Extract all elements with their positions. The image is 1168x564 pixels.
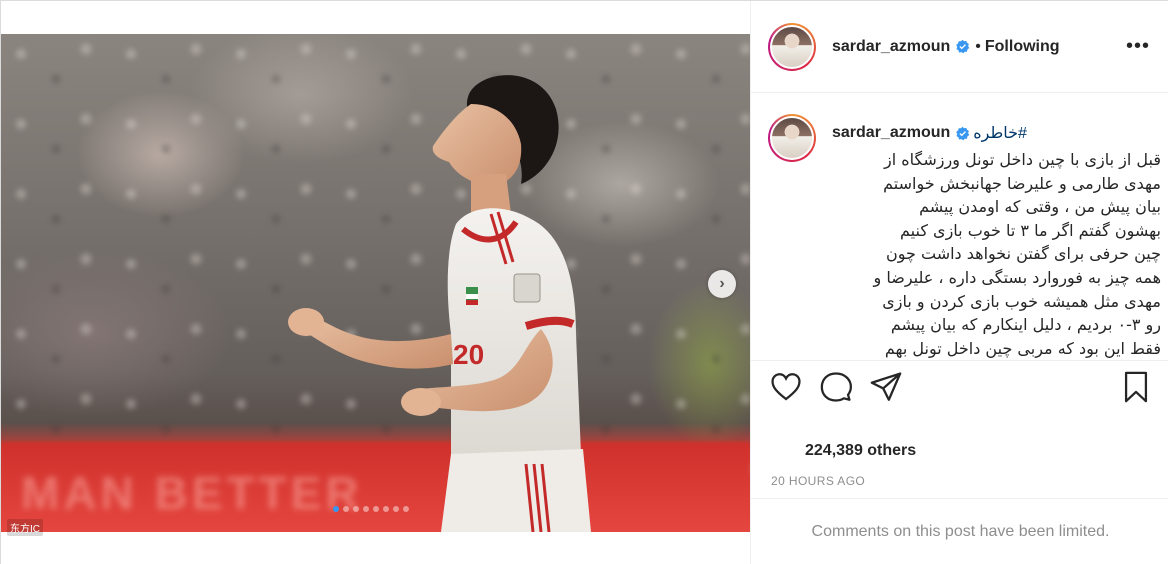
svg-text:20: 20 [453, 339, 484, 370]
verified-badge-icon [956, 39, 970, 54]
caption-line: چین حرفی برای گفتن نخواهد داشت چون [885, 244, 1161, 264]
verified-badge-icon [956, 126, 970, 140]
caption-text: قبل از بازی با چین داخل تونل ورزشگاه از م… [826, 148, 1161, 361]
player-figure: 20 [288, 75, 591, 532]
caption-line: همه چیز به فوروارد بستگی داره ، علیرضا و [873, 267, 1161, 287]
chevron-right-icon: › [719, 275, 725, 292]
caption-line: گفته بود… [826, 360, 1161, 361]
carousel-dot [403, 506, 409, 512]
photo-watermark: 东方IC [7, 519, 43, 536]
carousel-indicator [333, 506, 409, 512]
author-username[interactable]: sardar_azmoun [832, 38, 950, 56]
share-icon[interactable] [869, 370, 903, 404]
comment-icon[interactable] [819, 370, 853, 404]
avatar-image [770, 24, 814, 69]
post-photo[interactable]: MAN BETTER 20 [1, 34, 750, 532]
caption-username[interactable]: sardar_azmoun [832, 124, 950, 142]
comments-limited-notice: Comments on this post have been limited. [751, 498, 1168, 564]
caption-line: مهدی مثل همیشه خوب بازی کردن و بازی [882, 291, 1161, 311]
carousel-dot [343, 506, 349, 512]
carousel-dot [363, 506, 369, 512]
carousel-next-button[interactable]: › [708, 270, 736, 298]
caption-avatar[interactable] [768, 114, 816, 162]
caption-line: بیان پیش من ، وقتی که اومدن پیشم [919, 197, 1161, 217]
caption-header: sardar_azmoun #خاطره [832, 123, 1027, 143]
caption-line: بهشون گفتم اگر ما ۳ تا خوب بازی کنیم [900, 220, 1161, 240]
header-separator: • [975, 37, 981, 55]
carousel-dot [393, 506, 399, 512]
caption-line: قبل از بازی با چین داخل تونل ورزشگاه از [884, 150, 1161, 169]
carousel-dot [333, 506, 339, 512]
carousel-dot [353, 506, 359, 512]
caption-line: فقط این بود که مربی چین داخل تونل بهم [884, 338, 1161, 358]
heart-icon[interactable] [769, 370, 803, 404]
bookmark-icon[interactable] [1119, 370, 1153, 404]
caption-area: sardar_azmoun #خاطره قبل از بازی با چین … [751, 94, 1168, 361]
caption-line: مهدی طارمی و علیرضا جهانبخش خواستم [883, 173, 1161, 193]
caption-line: رو ۳-۰ بردیم ، دلیل اینکارم که بیان پیشم [890, 315, 1161, 335]
post-timestamp[interactable]: 20 HOURS AGO [771, 474, 865, 488]
post-header: sardar_azmoun • Following ••• [751, 1, 1168, 93]
carousel-dot [373, 506, 379, 512]
more-options-icon[interactable]: ••• [1126, 36, 1150, 56]
carousel-dot [383, 506, 389, 512]
post-media: MAN BETTER 20 东方IC › [1, 1, 750, 564]
author-avatar[interactable] [768, 22, 816, 71]
caption-hashtag[interactable]: #خاطره [973, 123, 1027, 143]
action-bar [751, 370, 1168, 414]
likes-count[interactable]: 224,389 others [805, 442, 916, 460]
following-button[interactable]: Following [985, 38, 1060, 56]
post-side-panel: sardar_azmoun • Following ••• sardar_azm… [750, 1, 1168, 564]
avatar-image [770, 116, 814, 160]
post-container: MAN BETTER 20 东方IC › sardar_azmoun • Fol… [0, 0, 1168, 564]
